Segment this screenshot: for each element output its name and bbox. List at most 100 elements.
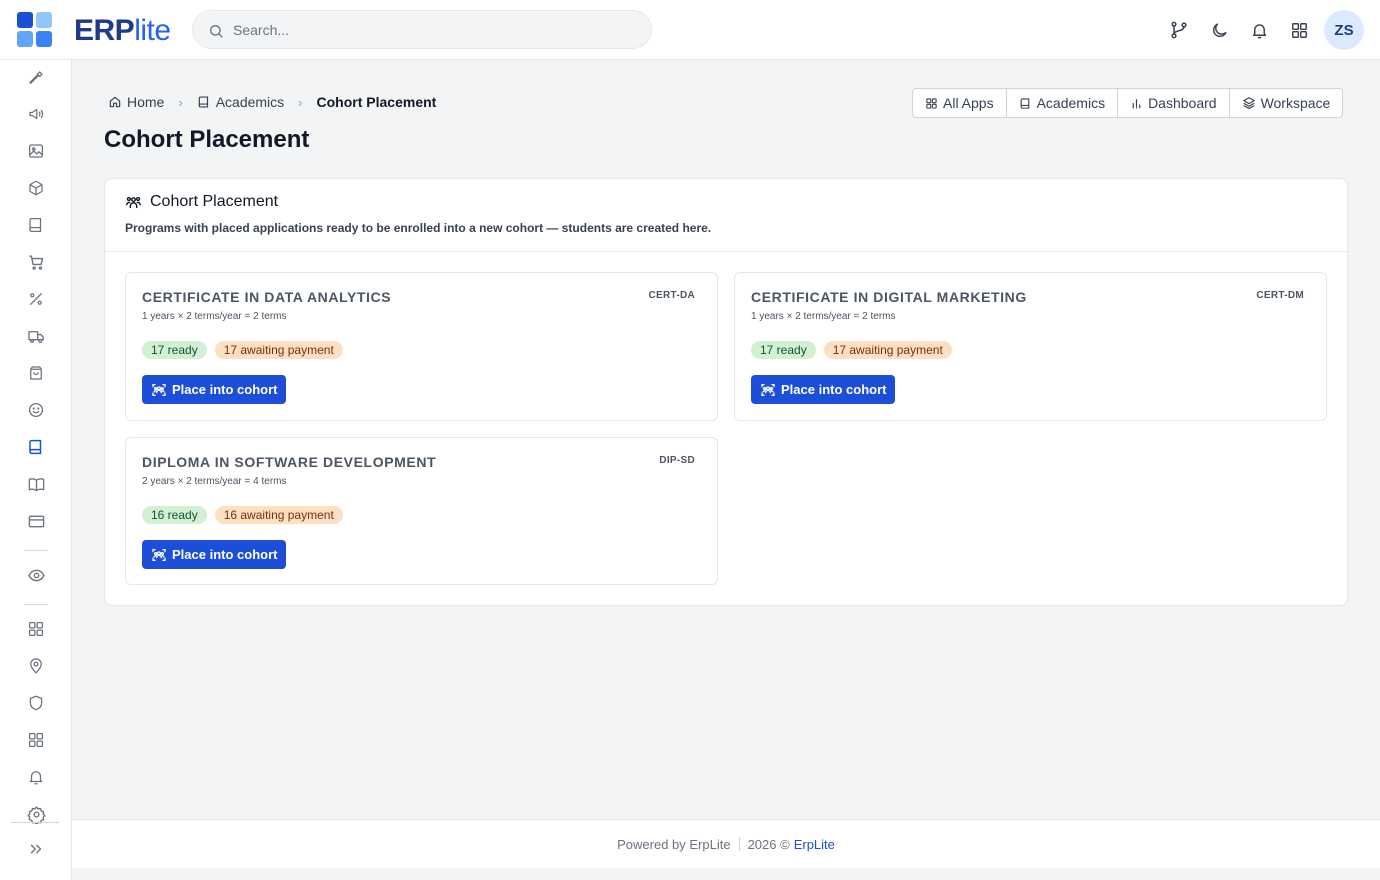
home-icon — [109, 96, 121, 108]
breadcrumb-separator: › — [298, 94, 303, 110]
image-icon[interactable] — [25, 140, 47, 162]
apps-icon[interactable] — [25, 729, 47, 751]
top-bar: ERPlite ZS — [0, 0, 1380, 60]
users-group-icon — [126, 196, 141, 208]
map-pin-icon[interactable] — [25, 655, 47, 677]
ready-badge: 17 ready — [751, 341, 816, 359]
moon-icon[interactable] — [1208, 19, 1230, 41]
breadcrumb-home[interactable]: Home — [108, 94, 164, 110]
program-badges: 17 ready 17 awaiting payment — [142, 341, 343, 359]
search-bar[interactable] — [192, 10, 652, 49]
grid-icon — [926, 97, 937, 109]
app-nav-group: All Apps Academics Dashboard Workspace — [912, 88, 1344, 118]
program-code: DIP-SD — [659, 455, 695, 466]
program-duration: 2 years × 2 terms/year = 4 terms — [142, 476, 287, 487]
search-icon — [210, 25, 223, 38]
program-name: CERTIFICATE IN DIGITAL MARKETING — [751, 289, 1027, 305]
place-into-cohort-label: Place into cohort — [172, 382, 278, 397]
breadcrumb-academics-label: Academics — [215, 94, 285, 110]
all-apps-button[interactable]: All Apps — [913, 89, 1007, 117]
brand-name-main: ERP — [74, 14, 135, 47]
percent-icon[interactable] — [25, 288, 47, 310]
sidebar-divider — [24, 550, 48, 551]
git-branch-icon[interactable] — [1168, 19, 1190, 41]
program-name: CERTIFICATE IN DATA ANALYTICS — [142, 289, 392, 305]
workspace-button[interactable]: Workspace — [1230, 89, 1343, 117]
book-icon[interactable] — [25, 214, 47, 236]
notification-bell-icon[interactable] — [25, 766, 47, 788]
credit-card-icon[interactable] — [25, 510, 47, 532]
user-avatar[interactable]: ZS — [1324, 10, 1364, 50]
dashboard-label: Dashboard — [1148, 95, 1217, 111]
program-card: CERTIFICATE IN DIGITAL MARKETING CERT-DM… — [734, 272, 1327, 421]
academics-button[interactable]: Academics — [1007, 89, 1119, 117]
grid-icon[interactable] — [25, 618, 47, 640]
panel-header: Cohort Placement Programs with placed ap… — [105, 179, 1347, 252]
shield-icon[interactable] — [25, 692, 47, 714]
cohort-placement-panel: Cohort Placement Programs with placed ap… — [104, 178, 1348, 606]
breadcrumb-home-label: Home — [127, 94, 165, 110]
book-icon — [198, 96, 208, 108]
program-card: DIPLOMA IN SOFTWARE DEVELOPMENT DIP-SD 2… — [125, 437, 718, 585]
users-group-icon — [152, 383, 166, 396]
dashboard-button[interactable]: Dashboard — [1118, 89, 1230, 117]
users-group-icon — [152, 548, 166, 561]
program-card: CERTIFICATE IN DATA ANALYTICS CERT-DA 1 … — [125, 272, 718, 421]
ready-badge: 17 ready — [142, 341, 207, 359]
logo-icon[interactable] — [17, 12, 53, 48]
footer-copyright: 2026 © — [747, 836, 790, 852]
expand-icon[interactable] — [25, 838, 47, 860]
book-icon — [1020, 97, 1029, 109]
panel-title-text: Cohort Placement — [150, 193, 279, 210]
awaiting-payment-badge: 17 awaiting payment — [823, 341, 952, 359]
program-duration: 1 years × 2 terms/year = 2 terms — [751, 311, 896, 322]
footer-divider — [738, 837, 740, 851]
search-input[interactable] — [233, 19, 633, 41]
panel-subtitle: Programs with placed applications ready … — [125, 221, 712, 235]
brand-logo[interactable]: ERPlite — [74, 14, 171, 48]
megaphone-icon[interactable] — [25, 103, 47, 125]
footer-powered-by: Powered by ErpLite — [617, 836, 731, 852]
page-title: Cohort Placement — [104, 126, 310, 153]
truck-icon[interactable] — [25, 325, 47, 347]
brand-name-suffix: lite — [134, 14, 171, 47]
bell-icon[interactable] — [1248, 19, 1270, 41]
program-code: CERT-DM — [1256, 290, 1304, 301]
breadcrumb-academics[interactable]: Academics — [197, 94, 284, 110]
users-group-icon — [761, 383, 775, 396]
sidebar-divider — [11, 822, 59, 823]
smile-icon[interactable] — [25, 399, 47, 421]
footer: Powered by ErpLite 2026 © ErpLite — [72, 819, 1380, 868]
breadcrumb: Home › Academics › Cohort Placement — [108, 93, 436, 111]
place-into-cohort-button[interactable]: Place into cohort — [142, 540, 287, 569]
program-badges: 16 ready 16 awaiting payment — [142, 506, 343, 524]
place-into-cohort-label: Place into cohort — [172, 547, 278, 562]
footer-link[interactable]: ErpLite — [794, 837, 835, 852]
breadcrumb-current: Cohort Placement — [316, 94, 437, 110]
ready-badge: 16 ready — [142, 506, 207, 524]
academics-book-icon[interactable] — [25, 436, 47, 458]
bar-chart-icon — [1132, 98, 1141, 108]
breadcrumb-separator: › — [178, 94, 183, 110]
place-into-cohort-label: Place into cohort — [781, 382, 887, 397]
all-apps-label: All Apps — [943, 95, 994, 111]
tools-icon[interactable] — [25, 67, 47, 89]
apps-grid-icon[interactable] — [1288, 19, 1310, 41]
panel-title: Cohort Placement — [125, 193, 278, 211]
program-duration: 1 years × 2 terms/year = 2 terms — [142, 311, 287, 322]
program-code: CERT-DA — [648, 290, 695, 301]
awaiting-payment-badge: 16 awaiting payment — [214, 506, 343, 524]
box-icon[interactable] — [25, 177, 47, 199]
open-book-icon[interactable] — [25, 473, 47, 495]
cart-icon[interactable] — [25, 251, 47, 273]
program-name: DIPLOMA IN SOFTWARE DEVELOPMENT — [142, 454, 437, 470]
sidebar — [0, 60, 72, 880]
program-badges: 17 ready 17 awaiting payment — [751, 341, 952, 359]
shopping-bag-icon[interactable] — [25, 362, 47, 384]
sidebar-divider — [24, 604, 48, 605]
place-into-cohort-button[interactable]: Place into cohort — [751, 375, 896, 404]
academics-label: Academics — [1036, 95, 1106, 111]
place-into-cohort-button[interactable]: Place into cohort — [142, 375, 287, 404]
workspace-label: Workspace — [1260, 95, 1331, 111]
eye-icon[interactable] — [25, 564, 47, 586]
